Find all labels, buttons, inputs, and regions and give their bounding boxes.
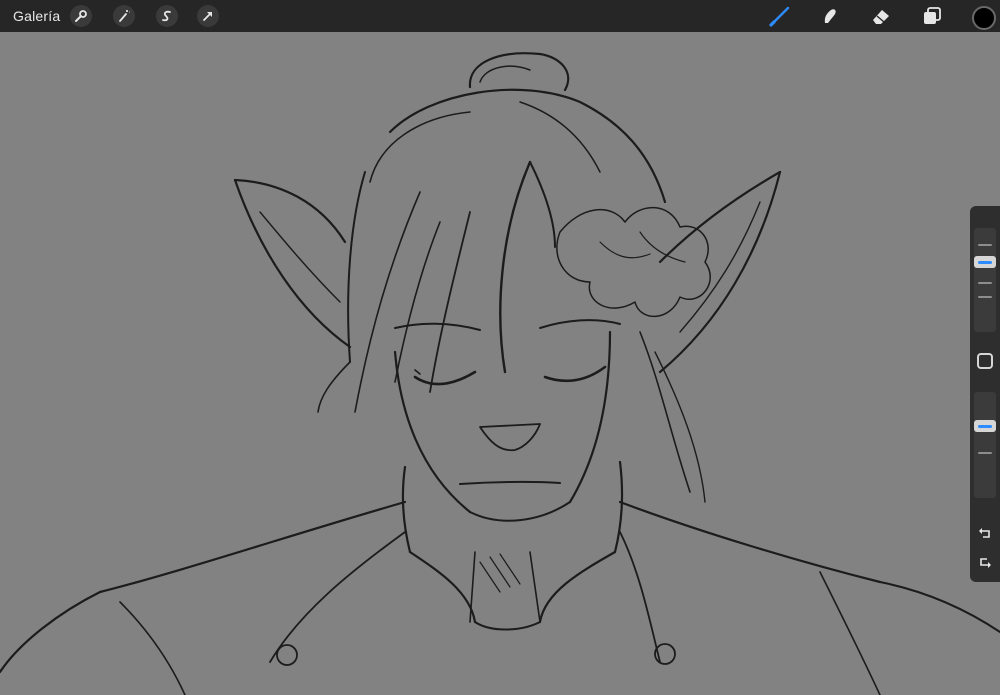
modify-square-icon[interactable] <box>977 353 993 369</box>
eraser-icon <box>873 10 889 24</box>
transform-arrow-icon <box>203 12 212 21</box>
brush-size-slider[interactable] <box>974 228 996 332</box>
sketch-artwork <box>0 52 1000 695</box>
actions-button[interactable] <box>70 5 92 27</box>
gallery-button[interactable]: Galería <box>13 8 60 24</box>
transform-button[interactable] <box>197 5 219 27</box>
eraser-tool-button[interactable] <box>869 4 893 28</box>
wrench-icon <box>75 10 87 22</box>
selection-icon <box>162 10 171 22</box>
undo-icon <box>979 528 990 538</box>
adjustments-button[interactable] <box>113 5 135 27</box>
smudge-icon <box>824 9 836 23</box>
redo-icon <box>980 558 991 568</box>
layers-icon <box>924 7 941 24</box>
selection-button[interactable] <box>156 5 178 27</box>
magic-wand-icon <box>119 10 130 22</box>
opacity-thumb[interactable] <box>974 420 996 432</box>
top-toolbar: Galería <box>0 0 1000 32</box>
drawing-canvas[interactable] <box>0 32 1000 695</box>
undo-button[interactable] <box>976 524 994 542</box>
side-panel <box>970 206 1000 582</box>
brush-tool-button[interactable] <box>768 4 792 28</box>
redo-button[interactable] <box>976 554 994 572</box>
opacity-slider[interactable] <box>974 392 996 498</box>
brush-size-thumb[interactable] <box>974 256 996 268</box>
brush-icon <box>769 6 790 27</box>
color-picker-button[interactable] <box>972 6 996 30</box>
layers-button[interactable] <box>920 4 944 28</box>
smudge-tool-button[interactable] <box>818 4 842 28</box>
